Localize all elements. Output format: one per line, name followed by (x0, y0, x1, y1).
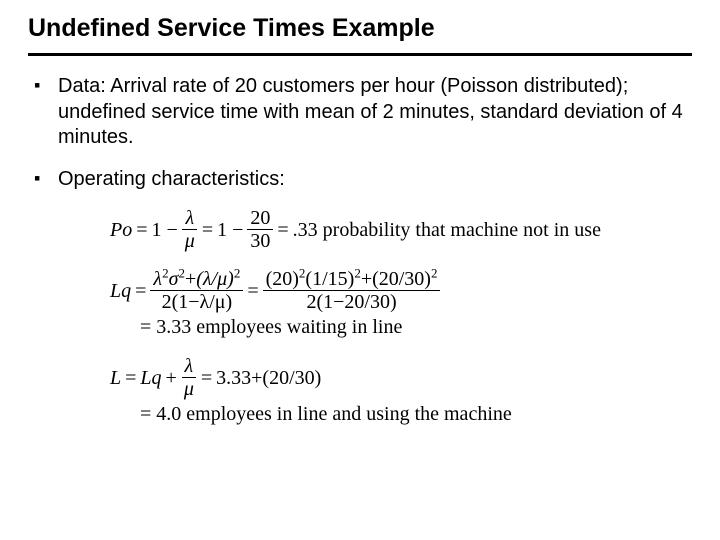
slide: Undefined Service Times Example Data: Ar… (0, 0, 720, 425)
equation-po: Po = 1 − λ μ = 1 − 20 30 = .33 probabili… (108, 208, 692, 251)
title-divider (28, 53, 692, 56)
equation-l-result: = 4.0 employees in line and using the ma… (108, 403, 692, 425)
eq-sign: = (277, 219, 288, 241)
lq-num-symbolic: λ2σ2+(λ/μ)2 (150, 269, 243, 291)
plus: + (185, 268, 196, 290)
lq-result-text: = 3.33 employees waiting in line (140, 316, 402, 338)
l-symbol: L (110, 367, 121, 389)
term-1-15: (1/15) (305, 268, 354, 290)
mu: μ (181, 378, 197, 399)
sup-2: 2 (431, 266, 438, 281)
lambda: λ (182, 356, 197, 378)
frac-20-30: 20 30 (247, 208, 273, 251)
mu: μ (182, 230, 198, 251)
po-symbol: Po (110, 219, 132, 241)
frac-lambda-mu-2: λ μ (181, 356, 197, 399)
term-20-30: (20/30) (372, 268, 431, 290)
bullet-data: Data: Arrival rate of 20 customers per h… (32, 74, 692, 151)
num-20: 20 (247, 208, 273, 230)
equation-lq-result: = 3.33 employees waiting in line (108, 316, 692, 338)
lambda: λ (153, 268, 162, 290)
plus: + (361, 268, 372, 290)
plus: + (166, 367, 177, 389)
equation-lq: Lq = λ2σ2+(λ/μ)2 2(1−λ/μ) = (20)2(1/15)2… (108, 269, 692, 312)
one-minus: 1 − (217, 219, 243, 241)
eq-sign: = (135, 280, 146, 302)
den-30: 30 (247, 230, 273, 251)
eq-sign: = (136, 219, 147, 241)
bullet-list: Data: Arrival rate of 20 customers per h… (28, 74, 692, 192)
eq-sign: = (201, 367, 212, 389)
eq-sign: = (247, 280, 258, 302)
lq-frac-symbolic: λ2σ2+(λ/μ)2 2(1−λ/μ) (150, 269, 243, 312)
sup-2: 2 (234, 266, 241, 281)
lq-den-numeric: 2(1−20/30) (303, 291, 399, 312)
term-20: (20) (266, 268, 299, 290)
lq-den-symbolic: 2(1−λ/μ) (159, 291, 236, 312)
l-numeric: 3.33+(20/30) (216, 367, 321, 389)
lq-symbol: Lq (110, 280, 131, 302)
lambda: λ (182, 208, 197, 230)
frac-lambda-mu: λ μ (182, 208, 198, 251)
slide-title: Undefined Service Times Example (28, 14, 692, 43)
lq-in-l: Lq (140, 367, 161, 389)
eq-sign: = (202, 219, 213, 241)
lambda-over-mu: (λ/μ) (196, 268, 234, 290)
l-result-text: = 4.0 employees in line and using the ma… (140, 403, 512, 425)
equation-l: L = Lq + λ μ = 3.33+(20/30) (108, 356, 692, 399)
lq-frac-numeric: (20)2(1/15)2+(20/30)2 2(1−20/30) (263, 269, 441, 312)
one-minus: 1 − (152, 219, 178, 241)
eq-sign: = (125, 367, 136, 389)
bullet-opchar: Operating characteristics: (32, 167, 692, 193)
equations-block: Po = 1 − λ μ = 1 − 20 30 = .33 probabili… (108, 208, 692, 425)
sigma: σ (169, 268, 179, 290)
lq-num-numeric: (20)2(1/15)2+(20/30)2 (263, 269, 441, 291)
po-result: .33 probability that machine not in use (293, 219, 601, 241)
